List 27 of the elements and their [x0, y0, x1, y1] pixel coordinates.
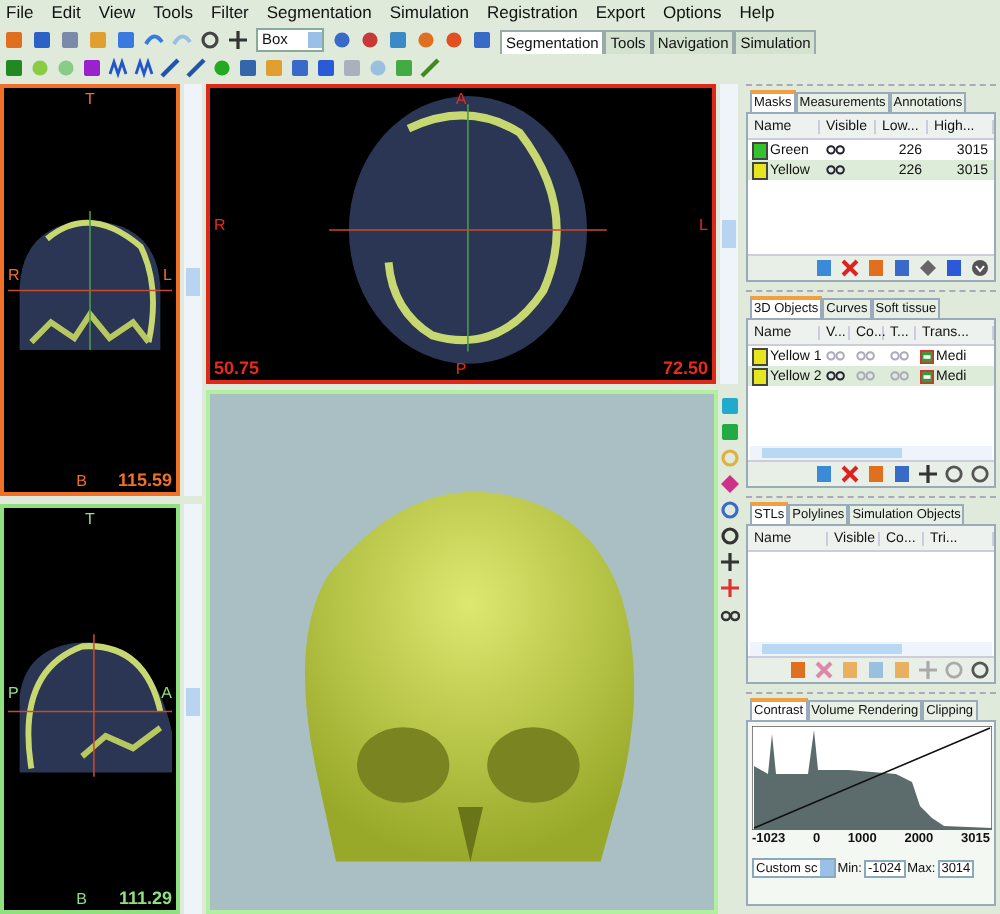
menu-item[interactable]: Filter: [210, 2, 249, 22]
orientation-label: R: [214, 216, 226, 235]
orientation-label: A: [161, 684, 172, 703]
menu-item[interactable]: Simulation: [389, 2, 470, 22]
slice-position: 115.59: [117, 469, 172, 489]
orientation-label: T: [85, 509, 95, 527]
menu-item[interactable]: Edit: [51, 2, 81, 22]
orientation-label: L: [163, 265, 172, 284]
menu-item[interactable]: Export: [595, 2, 645, 22]
orientation-label: P: [8, 684, 19, 703]
menu-item[interactable]: Tools: [153, 2, 193, 22]
orientation-label: T: [85, 90, 95, 108]
orientation-label: B: [76, 890, 87, 908]
slice-position: 50.75: [214, 358, 260, 378]
menu-item[interactable]: Segmentation: [266, 2, 372, 22]
slice-position: 72.50: [662, 358, 708, 378]
menu-item[interactable]: Registration: [487, 2, 578, 22]
orientation-label: L: [699, 216, 708, 235]
orientation-label: R: [8, 265, 20, 284]
orientation-label: A: [455, 90, 467, 108]
orientation-label: P: [455, 360, 467, 378]
menu-item[interactable]: View: [98, 2, 136, 22]
menu-item[interactable]: Options: [662, 2, 722, 22]
menu-item[interactable]: File: [6, 2, 34, 22]
orientation-label: B: [76, 471, 87, 489]
menu-item[interactable]: Help: [739, 2, 775, 22]
slice-position: 111.29: [118, 888, 172, 908]
